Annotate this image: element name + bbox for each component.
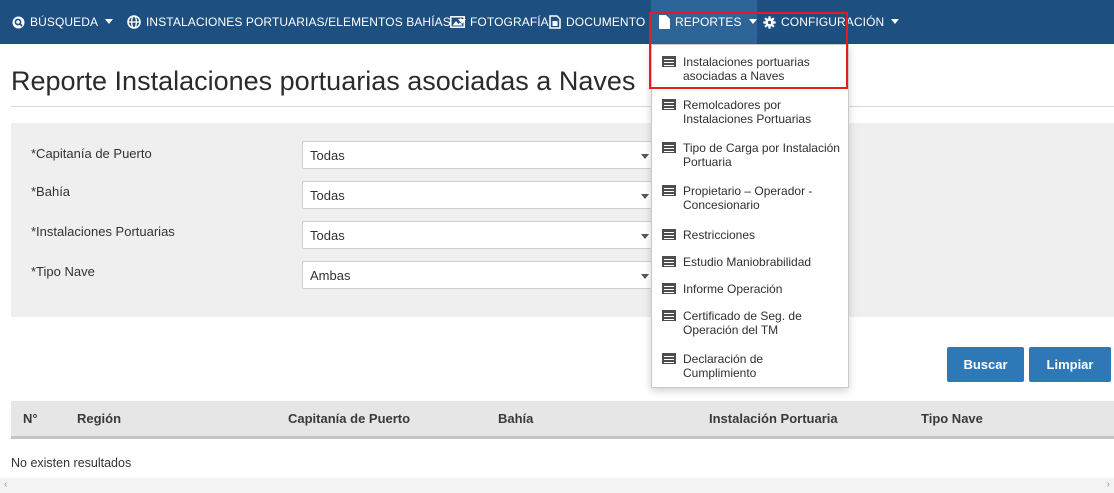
menu-item-line: Declaración de bbox=[683, 352, 764, 366]
label-instalaciones: *Instalaciones Portuarias bbox=[31, 224, 175, 239]
globe-icon bbox=[127, 15, 141, 29]
nav-reportes[interactable]: REPORTES bbox=[651, 0, 757, 44]
menu-item-line: Instalaciones Portuarias bbox=[683, 112, 812, 126]
menu-item-line: Propietario – Operador - bbox=[683, 184, 813, 198]
menu-item-restricciones[interactable]: Restricciones bbox=[662, 228, 844, 242]
menu-item-line: Certificado de Seg. de bbox=[683, 309, 802, 323]
menu-item-line: Remolcadores por bbox=[683, 98, 782, 112]
scroll-left-icon[interactable]: ‹ bbox=[4, 479, 7, 490]
report-list-icon bbox=[662, 99, 676, 110]
chevron-down-icon bbox=[641, 234, 649, 239]
horizontal-scrollbar[interactable]: ‹ › bbox=[0, 478, 1114, 493]
nav-reportes-label: REPORTES bbox=[675, 15, 742, 29]
report-list-icon bbox=[662, 310, 676, 321]
gear-icon bbox=[763, 15, 776, 29]
label-bahia: *Bahía bbox=[31, 184, 71, 199]
menu-item-line: Tipo de Carga por Instalación bbox=[683, 141, 840, 155]
column-header-tipo-nave[interactable]: Tipo Nave bbox=[921, 401, 983, 436]
menu-item-instalaciones-naves[interactable]: Instalaciones portuarias asociadas a Nave… bbox=[662, 55, 844, 83]
chevron-down-icon bbox=[641, 274, 649, 279]
chevron-down-icon bbox=[641, 194, 649, 199]
menu-item-line: Restricciones bbox=[683, 228, 756, 242]
menu-item-maniobrabilidad[interactable]: Estudio Maniobrabilidad bbox=[662, 255, 844, 269]
file-icon bbox=[659, 15, 670, 29]
report-list-icon bbox=[662, 353, 676, 364]
nav-configuracion-label: CONFIGURACIÓN bbox=[781, 15, 885, 29]
column-header-bahia[interactable]: Bahía bbox=[498, 401, 533, 436]
nav-configuracion[interactable]: CONFIGURACIÓN bbox=[763, 0, 900, 44]
nav-documento[interactable]: DOCUMENTO bbox=[549, 0, 645, 44]
menu-item-line: asociadas a Naves bbox=[683, 69, 785, 83]
menu-item-remolcadores[interactable]: Remolcadores por Instalaciones Portuarias bbox=[662, 98, 844, 126]
report-list-icon bbox=[662, 185, 676, 196]
nav-instalaciones-label: INSTALACIONES PORTUARIAS/ELEMENTOS BAHÍA… bbox=[146, 15, 451, 29]
chevron-down-icon bbox=[891, 18, 900, 24]
document-icon bbox=[549, 15, 561, 29]
menu-item-declaracion[interactable]: Declaración de Cumplimiento bbox=[662, 352, 844, 380]
menu-item-line: Informe Operación bbox=[683, 282, 783, 296]
label-capitania: *Capitanía de Puerto bbox=[31, 146, 152, 161]
results-table-header: N° Región Capitanía de Puerto Bahía Inst… bbox=[11, 401, 1114, 439]
menu-item-line: Concesionario bbox=[683, 198, 760, 212]
menu-item-certificado[interactable]: Certificado de Seg. de Operación del TM bbox=[662, 309, 844, 337]
label-tipo-nave: *Tipo Nave bbox=[31, 264, 95, 279]
title-divider bbox=[11, 106, 1114, 107]
clear-button[interactable]: Limpiar bbox=[1029, 347, 1111, 382]
select-instalaciones[interactable]: Todas bbox=[302, 221, 659, 249]
select-tipo-nave-value: Ambas bbox=[310, 267, 351, 283]
page-title: Reporte Instalaciones portuarias asociad… bbox=[11, 66, 636, 96]
column-header-capitania[interactable]: Capitanía de Puerto bbox=[288, 401, 410, 436]
column-header-instalacion[interactable]: Instalación Portuaria bbox=[709, 401, 838, 436]
menu-item-propietario[interactable]: Propietario – Operador - Concesionario bbox=[662, 184, 844, 212]
nav-fotografia-label: FOTOGRAFÍA bbox=[470, 15, 549, 29]
nav-instalaciones[interactable]: INSTALACIONES PORTUARIAS/ELEMENTOS BAHÍA… bbox=[127, 0, 466, 44]
image-icon bbox=[450, 16, 465, 28]
search-button[interactable]: Buscar bbox=[947, 347, 1024, 382]
empty-results-message: No existen resultados bbox=[11, 456, 132, 470]
chevron-down-icon bbox=[105, 18, 114, 24]
menu-item-line: Portuaria bbox=[683, 155, 732, 169]
nav-busqueda[interactable]: BÚSQUEDA bbox=[12, 0, 114, 44]
search-icon bbox=[12, 16, 25, 28]
menu-item-line: Instalaciones portuarias bbox=[683, 55, 810, 69]
menu-item-informe-operacion[interactable]: Informe Operación bbox=[662, 282, 844, 296]
scroll-right-icon[interactable]: › bbox=[1107, 479, 1110, 490]
menu-item-line: Estudio Maniobrabilidad bbox=[683, 255, 812, 269]
column-header-region[interactable]: Región bbox=[77, 401, 121, 436]
top-navbar: BÚSQUEDA INSTALACIONES PORTUARIAS/ELEMEN… bbox=[0, 0, 1114, 44]
select-tipo-nave[interactable]: Ambas bbox=[302, 261, 659, 289]
select-bahia-value: Todas bbox=[310, 187, 345, 203]
select-bahia[interactable]: Todas bbox=[302, 181, 659, 209]
reportes-dropdown-menu: Instalaciones portuarias asociadas a Nave… bbox=[651, 44, 849, 388]
select-capitania[interactable]: Todas bbox=[302, 141, 659, 169]
column-header-number[interactable]: N° bbox=[23, 401, 38, 436]
menu-item-line: Operación del TM bbox=[683, 323, 779, 337]
filter-panel: *Capitanía de Puerto Todas *Bahía Todas … bbox=[11, 123, 1114, 317]
select-instalaciones-value: Todas bbox=[310, 227, 345, 243]
report-list-icon bbox=[662, 256, 676, 267]
chevron-down-icon bbox=[641, 154, 649, 159]
report-list-icon bbox=[662, 56, 676, 67]
select-capitania-value: Todas bbox=[310, 147, 345, 163]
menu-item-tipo-carga[interactable]: Tipo de Carga por Instalación Portuaria bbox=[662, 141, 844, 169]
report-list-icon bbox=[662, 142, 676, 153]
menu-item-line: Cumplimiento bbox=[683, 366, 757, 380]
report-list-icon bbox=[662, 283, 676, 294]
chevron-down-icon bbox=[748, 18, 757, 24]
nav-busqueda-label: BÚSQUEDA bbox=[30, 15, 99, 29]
report-list-icon bbox=[662, 229, 676, 240]
nav-fotografia[interactable]: FOTOGRAFÍA bbox=[450, 0, 549, 44]
nav-documento-label: DOCUMENTO bbox=[566, 15, 646, 29]
